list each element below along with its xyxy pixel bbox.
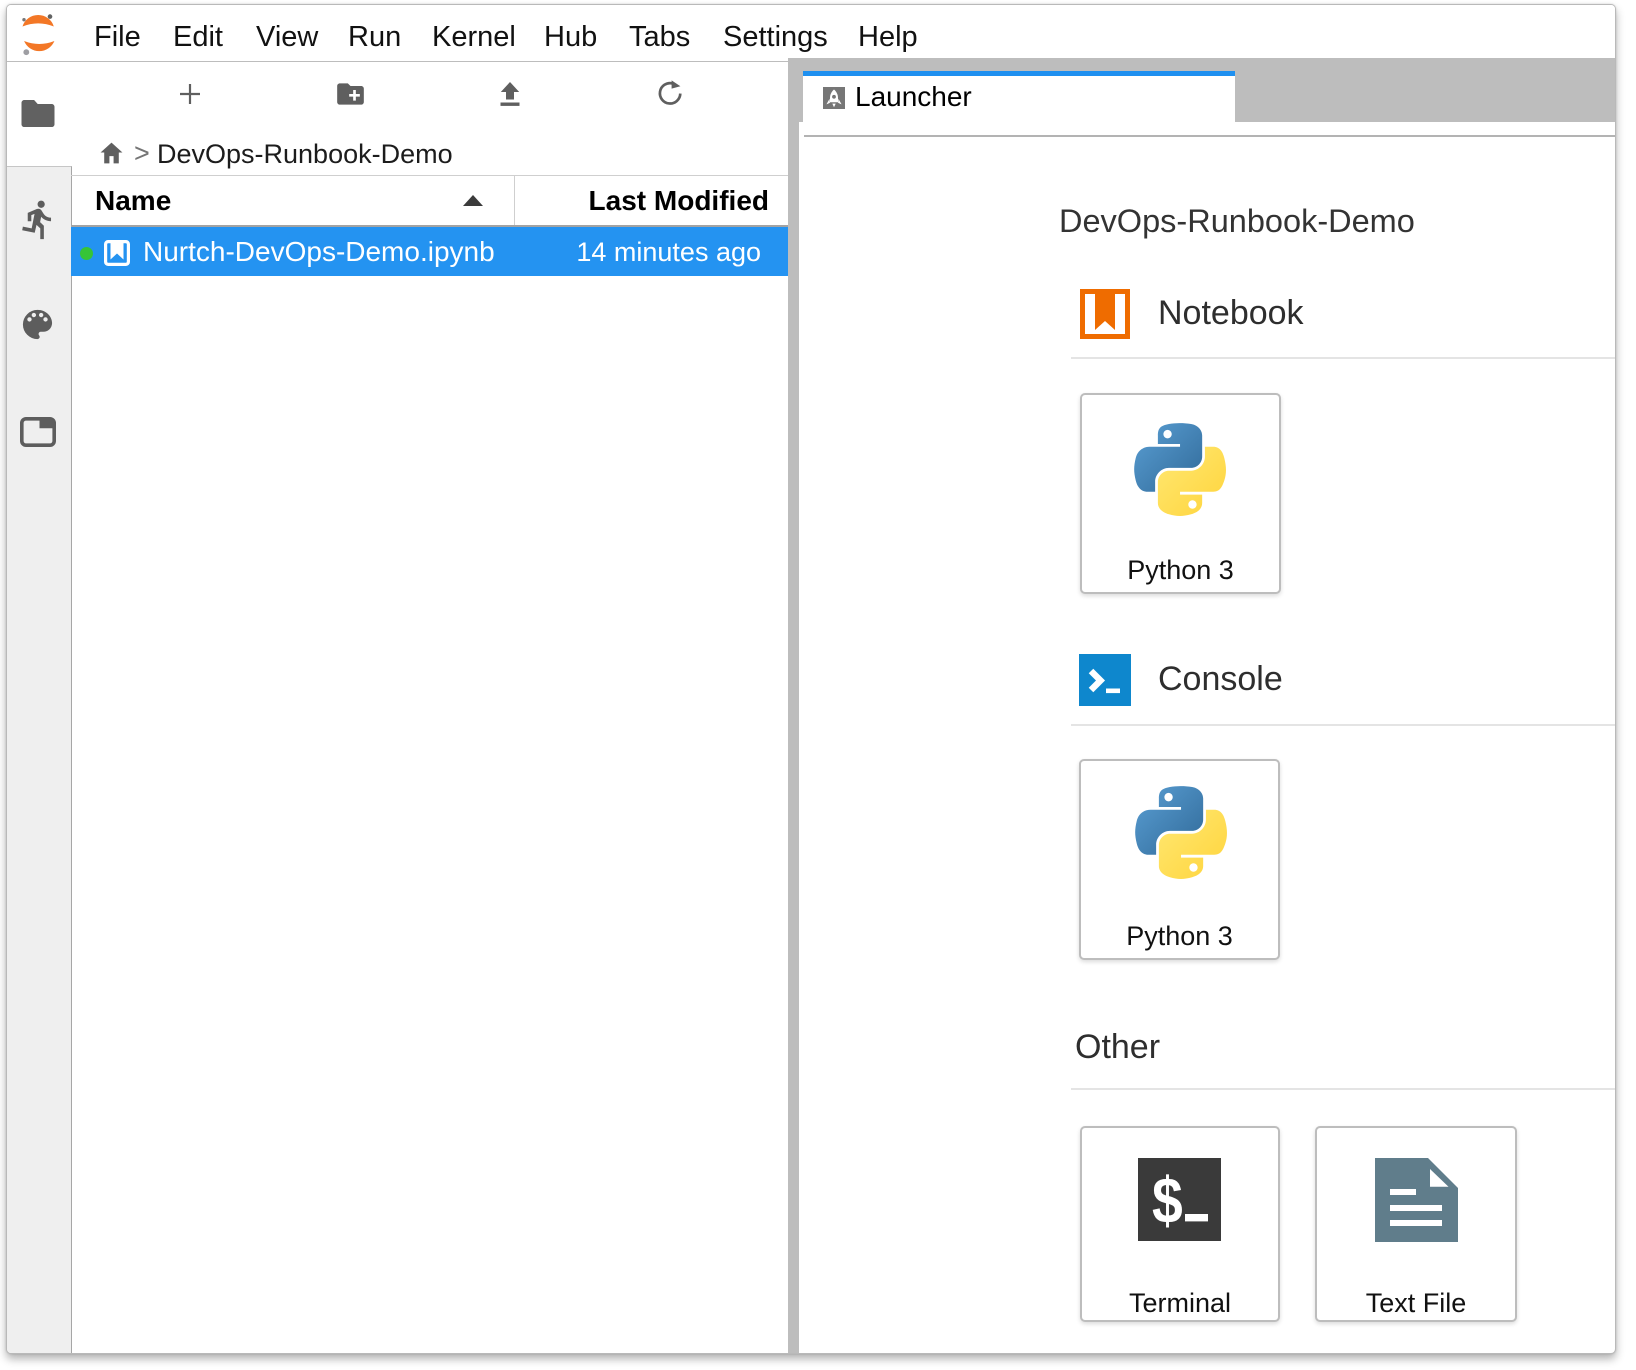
svg-text:$: $	[1152, 1163, 1183, 1236]
